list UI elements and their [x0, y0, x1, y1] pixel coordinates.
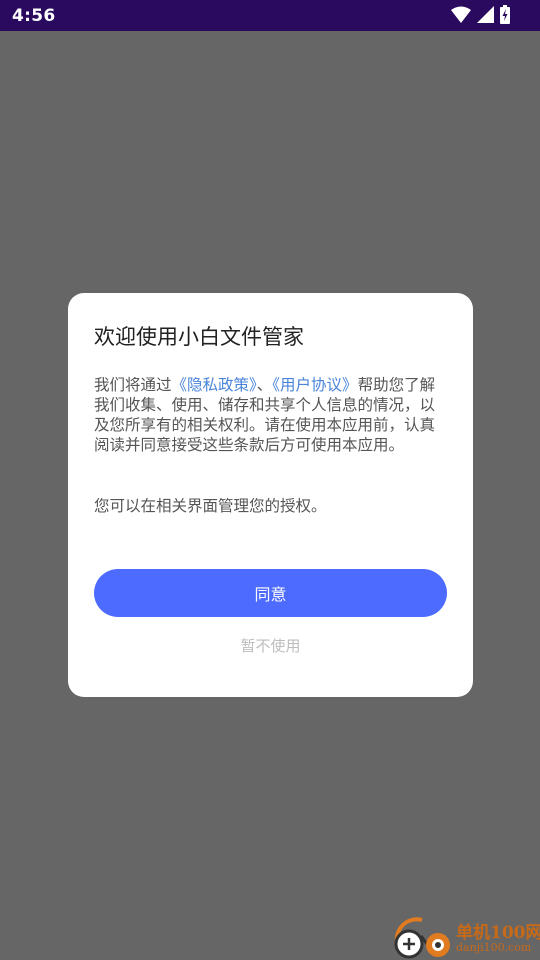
wifi-icon — [451, 6, 471, 23]
status-bar: 4:56 — [0, 0, 540, 31]
authorization-note: 您可以在相关界面管理您的授权。 — [94, 497, 327, 515]
watermark-url: danji100.com — [456, 941, 532, 954]
decline-button[interactable]: 暂不使用 — [68, 635, 473, 656]
site-watermark: 单机100网 danji100.com — [392, 916, 540, 960]
battery-charging-icon — [500, 5, 510, 24]
privacy-policy-link[interactable]: 《隐私政策》 — [172, 376, 257, 394]
dialog-title: 欢迎使用小白文件管家 — [94, 325, 304, 349]
body-prefix: 我们将通过 — [94, 376, 172, 394]
status-time: 4:56 — [12, 6, 56, 26]
dialog-body: 我们将通过《隐私政策》、《用户协议》帮助您了解我们收集、使用、储存和共享个人信息… — [94, 375, 446, 455]
body-separator: 、 — [256, 376, 273, 394]
privacy-consent-dialog: 欢迎使用小白文件管家 我们将通过《隐私政策》、《用户协议》帮助您了解我们收集、使… — [68, 293, 473, 697]
watermark-name: 单机100网 — [456, 923, 540, 943]
cellular-signal-icon — [477, 6, 494, 23]
user-agreement-link[interactable]: 《用户协议》 — [272, 376, 357, 394]
status-icons — [451, 5, 510, 24]
agree-button[interactable]: 同意 — [94, 569, 447, 617]
